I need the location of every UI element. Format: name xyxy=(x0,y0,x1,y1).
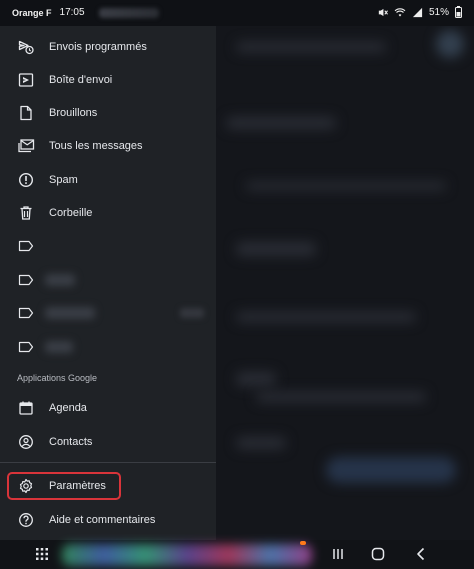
label-tag-icon xyxy=(17,237,35,255)
app-dock-blurred[interactable] xyxy=(62,544,312,566)
drawer-item-label: Contacts xyxy=(49,435,93,448)
label-tag-icon xyxy=(17,271,35,289)
spam-icon xyxy=(17,171,35,189)
settings-highlight-outline xyxy=(7,472,121,500)
blurred-label-count xyxy=(180,307,204,318)
drawer-item-label: Corbeille xyxy=(49,206,93,219)
drawer-item-label: Boîte d'envoi xyxy=(49,73,113,86)
blurred-label-name xyxy=(45,340,73,353)
outbox-icon xyxy=(17,71,35,89)
drawer-item-all-mail[interactable]: Tous les messages xyxy=(0,129,216,162)
all-mail-icon xyxy=(17,137,35,155)
drawer-item-label-3[interactable] xyxy=(0,296,216,329)
message-list-background xyxy=(216,22,474,540)
wifi-icon xyxy=(394,7,406,16)
drawer-item-label: Aide et commentaires xyxy=(49,513,156,526)
drawer-item-outbox[interactable]: Boîte d'envoi xyxy=(0,63,216,96)
drawer-item-label-2[interactable] xyxy=(0,263,216,296)
help-icon xyxy=(17,511,35,529)
drawer-item-contacts[interactable]: Contacts xyxy=(0,425,216,458)
navigation-drawer: Envois programmés Boîte d'envoi Brouillo… xyxy=(0,22,216,540)
trash-icon xyxy=(17,204,35,222)
mute-icon xyxy=(378,8,388,16)
battery-icon xyxy=(455,6,462,18)
drawer-item-trash[interactable]: Corbeille xyxy=(0,196,216,229)
drawer-item-label: Tous les messages xyxy=(49,139,143,152)
calendar-icon xyxy=(17,399,35,417)
drawer-divider xyxy=(0,462,216,463)
draft-icon xyxy=(17,104,35,122)
label-tag-icon xyxy=(17,338,35,356)
system-navigation-bar xyxy=(0,540,474,569)
drawer-item-label: Agenda xyxy=(49,401,87,414)
label-tag-icon xyxy=(17,304,35,322)
signal-icon xyxy=(412,7,423,17)
drawer-item-label: Spam xyxy=(49,173,78,186)
drawer-item-drafts[interactable]: Brouillons xyxy=(0,96,216,129)
blurred-label-name xyxy=(45,273,75,286)
carrier-name: Orange F xyxy=(12,7,52,18)
battery-percent: 51% xyxy=(428,6,449,18)
drawer-item-help[interactable]: Aide et commentaires xyxy=(0,503,216,536)
recent-apps-icon[interactable] xyxy=(331,547,345,566)
drawer-item-label-1[interactable] xyxy=(0,229,216,262)
drawer-item-scheduled[interactable]: Envois programmés xyxy=(0,30,216,63)
drawer-item-label: Envois programmés xyxy=(49,40,147,53)
drawer-item-label-4[interactable] xyxy=(0,330,216,363)
blurred-label-name xyxy=(45,306,95,319)
section-header-google-apps: Applications Google xyxy=(17,373,98,383)
dock-notification-dot xyxy=(300,541,306,545)
scheduled-send-icon xyxy=(17,38,35,56)
home-icon[interactable] xyxy=(371,547,385,566)
clock: 17:05 xyxy=(59,7,85,18)
drawer-item-label: Brouillons xyxy=(49,106,98,119)
status-bar: Orange F 17:05 51% xyxy=(0,0,474,26)
contacts-icon xyxy=(17,433,35,451)
back-icon[interactable] xyxy=(414,547,428,566)
drawer-item-spam[interactable]: Spam xyxy=(0,163,216,196)
app-drawer-grid-icon[interactable] xyxy=(35,547,49,566)
notification-icons xyxy=(98,7,159,18)
drawer-item-calendar[interactable]: Agenda xyxy=(0,391,216,424)
